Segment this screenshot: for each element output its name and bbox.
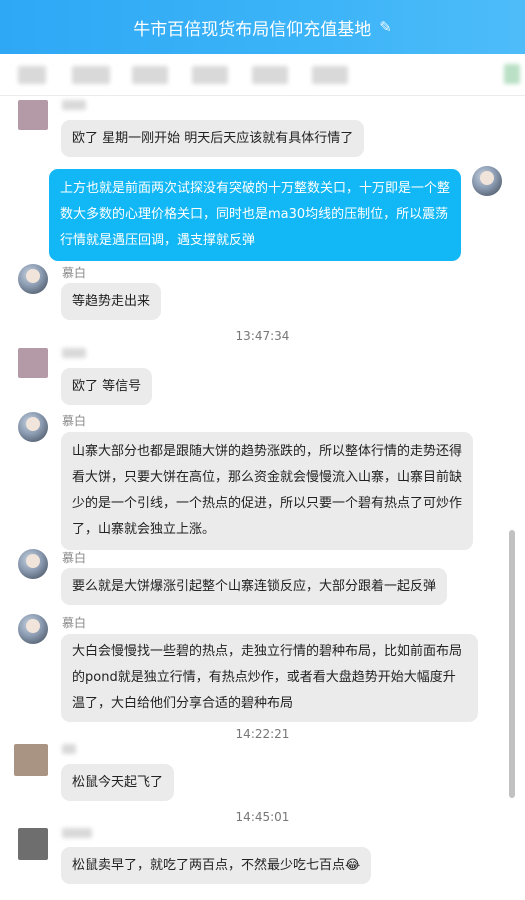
message-bubble: 山寨大部分也都是跟随大饼的趋势涨跌的，所以整体行情的走势还得看大饼，只要大饼在高… — [61, 432, 473, 550]
toolbar-item-more[interactable] — [504, 64, 520, 84]
avatar[interactable] — [18, 412, 48, 442]
avatar[interactable] — [18, 828, 48, 860]
message-list[interactable]: 欧了 星期一刚开始 明天后天应该就有具体行情了 上方也就是前面两次试探没有突破的… — [0, 96, 525, 900]
edit-title-icon[interactable]: ✎ — [379, 18, 392, 36]
avatar[interactable] — [18, 614, 48, 644]
toolbar-item[interactable] — [312, 66, 348, 84]
toolbar-item[interactable] — [18, 66, 46, 84]
avatar[interactable] — [14, 744, 48, 776]
toolbar-item[interactable] — [252, 66, 288, 84]
timestamp: 14:45:01 — [235, 810, 290, 824]
sender-name: 慕白 — [62, 266, 87, 280]
avatar[interactable] — [18, 549, 48, 579]
scrollbar-thumb[interactable] — [509, 530, 515, 798]
timestamp: 13:47:34 — [235, 329, 290, 343]
toolbar-item[interactable] — [192, 66, 228, 84]
avatar[interactable] — [18, 348, 48, 378]
avatar[interactable] — [18, 264, 48, 294]
chat-title[interactable]: 牛市百倍现货布局信仰充值基地 — [133, 15, 371, 40]
own-message-bubble: 上方也就是前面两次试探没有突破的十万整数关口，十万即是一个整数大多数的心理价格关… — [49, 169, 461, 261]
sender-name: 慕白 — [62, 616, 87, 630]
timestamp: 14:22:21 — [235, 727, 290, 741]
sender-name — [62, 100, 86, 110]
message-bubble: 松鼠卖早了，就吃了两百点，不然最少吃七百点😂 — [61, 847, 372, 884]
message-bubble: 大白会慢慢找一些碧的热点，走独立行情的碧种布局，比如前面布局的pond就是独立行… — [61, 634, 478, 722]
message-bubble: 要么就是大饼爆涨引起整个山寨连锁反应，大部分跟着一起反弹 — [61, 568, 448, 605]
sender-name — [62, 828, 92, 838]
sender-name — [62, 348, 86, 358]
toolbar-item[interactable] — [72, 66, 110, 84]
toolbar-tabs — [0, 54, 525, 96]
toolbar-item[interactable] — [132, 66, 168, 84]
sender-name: 慕白 — [62, 551, 87, 565]
chat-title-bar: 牛市百倍现货布局信仰充值基地 ✎ — [0, 0, 525, 54]
avatar[interactable] — [18, 100, 48, 130]
sender-name: 慕白 — [62, 414, 87, 428]
message-bubble: 松鼠今天起飞了 — [61, 764, 175, 801]
message-bubble: 欧了 星期一刚开始 明天后天应该就有具体行情了 — [61, 120, 365, 157]
message-bubble: 等趋势走出来 — [61, 283, 162, 320]
sender-name — [62, 744, 76, 754]
message-bubble: 欧了 等信号 — [61, 368, 153, 405]
avatar[interactable] — [472, 166, 502, 196]
